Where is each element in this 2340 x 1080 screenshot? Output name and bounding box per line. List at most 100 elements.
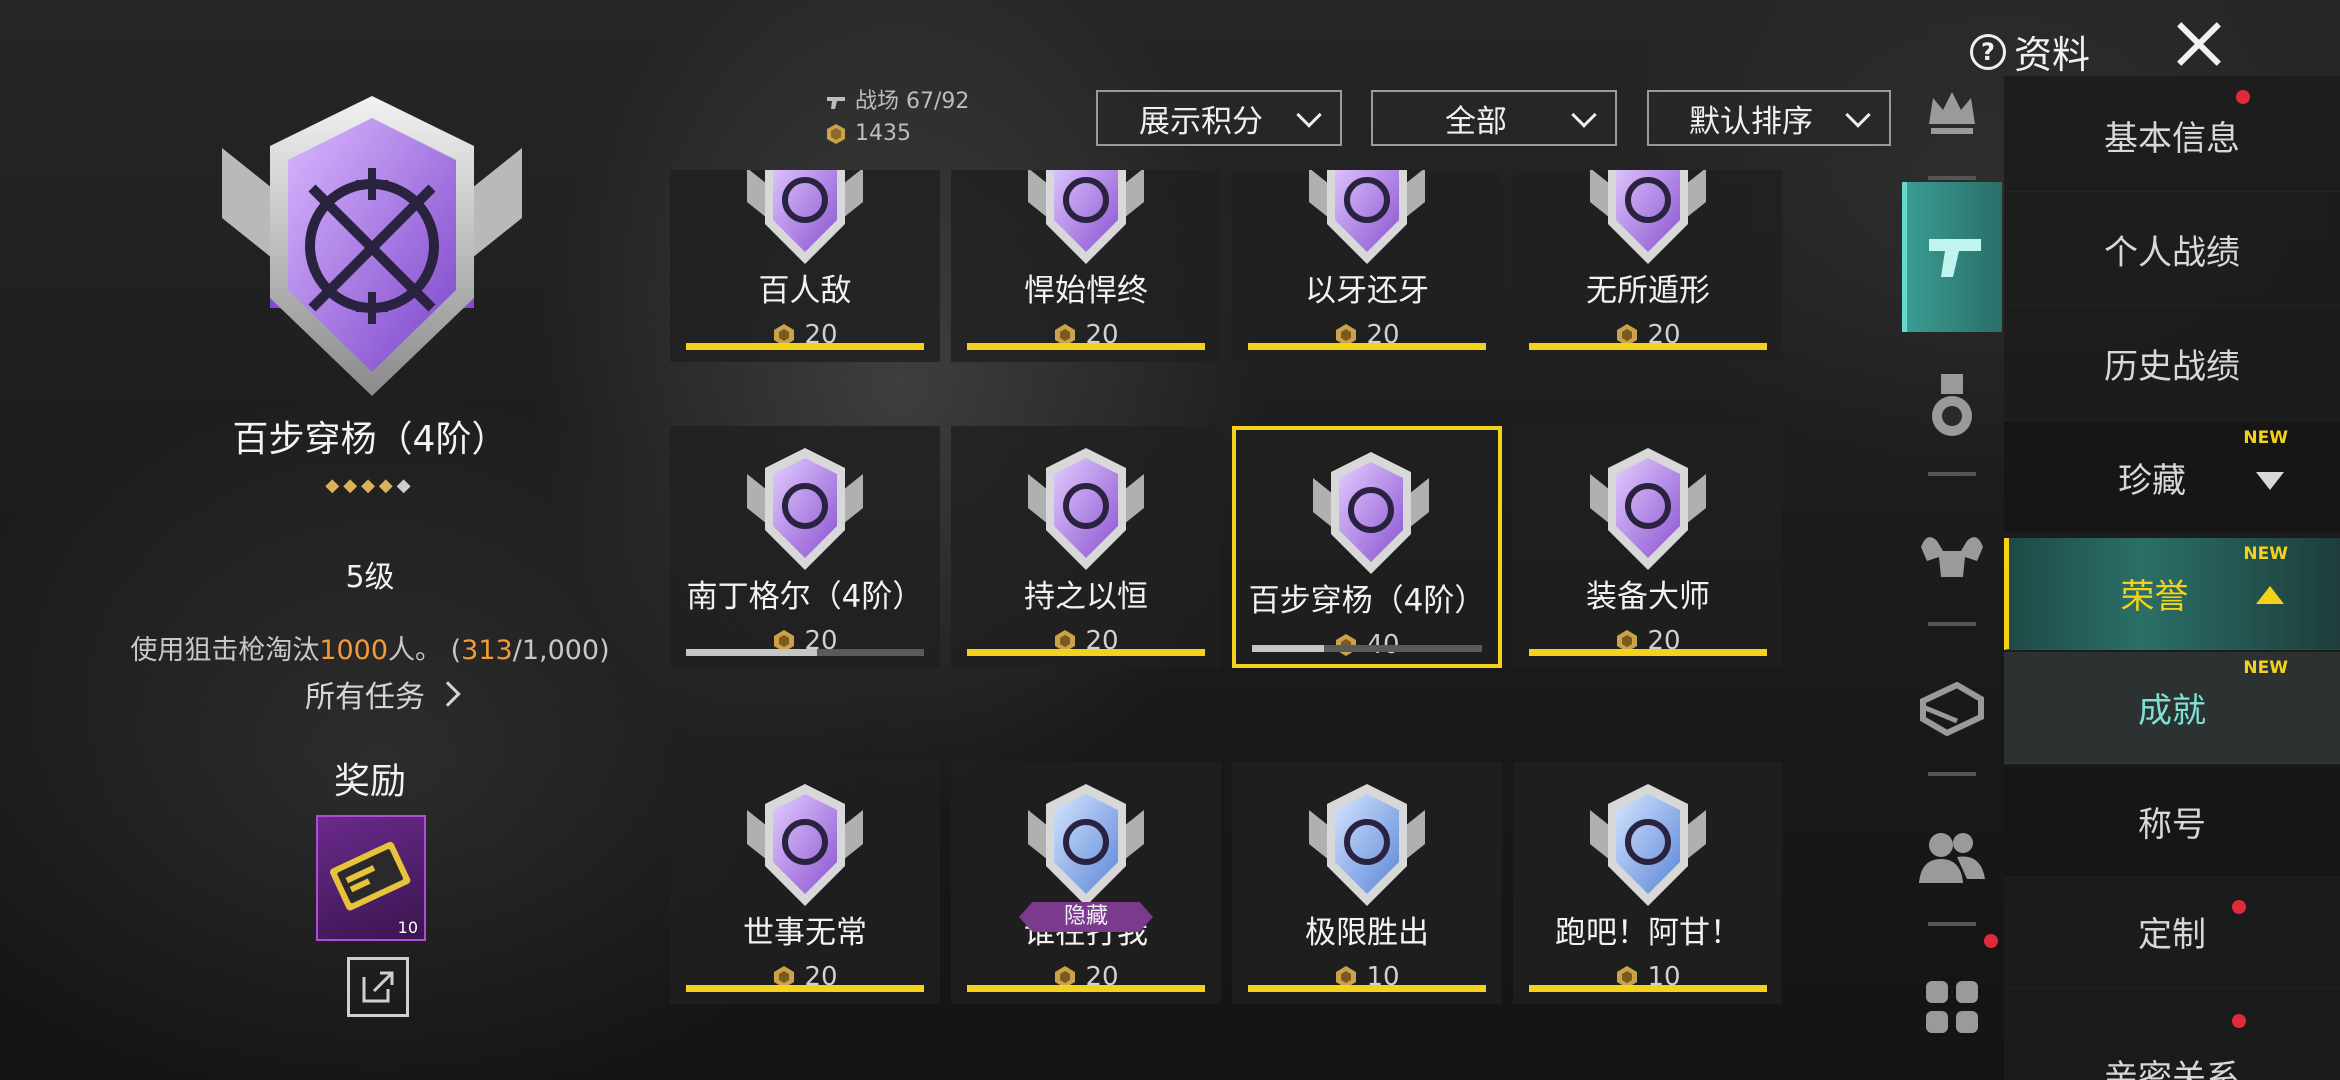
achievement-name: 持之以恒 [1024,579,1148,615]
task-prefix: 使用狙击枪淘汰 [130,635,320,666]
menu-item-basic-info[interactable]: 基本信息 [2004,80,2340,192]
achievement-card[interactable]: 以牙还牙 20 [1232,170,1502,362]
rail-item-vehicle[interactable] [1902,632,2002,782]
task-progress-total: /1,000) [512,635,610,666]
rail-item-weapons[interactable] [1902,182,2002,332]
chevron-right-icon [435,681,461,707]
achievement-card[interactable]: 南丁格尔（4阶） 20 [670,426,940,668]
menu-label: 个人战绩 [2104,233,2240,273]
reward-count: 10 [397,918,418,937]
filter-label: 全部 [1445,103,1507,140]
rail-item-rank[interactable] [1902,36,2002,186]
menu-item-collection[interactable]: 珍藏 NEW [2004,422,2340,534]
progress-bar [1252,645,1482,652]
menu-item-achievements[interactable]: 成就 NEW [2004,652,2340,764]
achievement-card[interactable]: 百人敌 20 [670,170,940,362]
muscle-icon [1921,537,1983,577]
achievement-name: 南丁格尔（4阶） [686,579,924,615]
tier-stars: ◆◆◆◆◆ [130,475,610,496]
reward-item[interactable]: 10 [316,815,426,941]
progress-fill [967,985,1205,992]
grid-icon [1926,981,1978,1033]
rail-item-more[interactable] [1902,932,2002,1080]
menu-item-titles[interactable]: 称号 [2004,766,2340,878]
crown-icon [1929,92,1975,134]
task-progress-current: 313 [461,635,513,666]
progress-bar [686,649,924,656]
rail-item-social[interactable] [1902,782,2002,932]
hidden-tag: 隐藏 [1019,902,1153,932]
progress-fill [1529,343,1767,350]
progress-bar [1529,343,1767,350]
filter-category-dropdown[interactable]: 全部 [1371,90,1617,146]
menu-label: 称号 [2138,805,2206,845]
rail-item-medal[interactable] [1902,332,2002,482]
new-badge: NEW [2243,544,2288,564]
menu-item-relationships[interactable]: 亲密关系 [2004,992,2340,1080]
menu-item-history[interactable]: 历史战绩 [2004,308,2340,420]
share-icon [362,971,394,1003]
divider [1928,772,1976,776]
progress-fill [1248,343,1486,350]
progress-fill [686,985,924,992]
all-tasks-label: 所有任务 [305,680,425,715]
divider [1928,622,1976,626]
progress-bar [967,343,1205,350]
achievement-name: 悍始悍终 [1024,273,1148,309]
vehicle-icon [1920,681,1984,737]
task-description: 使用狙击枪淘汰1000人。 (313/1,000) [100,628,640,667]
chevron-down-icon [1296,102,1322,128]
achievement-card[interactable]: 无所遁形 20 [1513,170,1782,362]
progress-bar [1248,985,1486,992]
menu-label: 基本信息 [2104,119,2240,159]
achievement-badge-icon [1309,784,1425,906]
triangle-down-icon [2256,472,2284,490]
menu-item-customize[interactable]: 定制 [2004,876,2340,988]
achievement-card[interactable]: 悍始悍终 20 [951,170,1221,362]
progress-fill [686,649,817,656]
reward-title: 奖励 [333,761,406,802]
achievement-badge-icon [1590,170,1706,264]
progress-fill [1529,985,1767,992]
help-label: 资料 [2014,33,2091,77]
notification-dot [2232,1014,2246,1028]
progress-bar [1529,985,1767,992]
achievement-card[interactable]: 百步穿杨（4阶）40 [1232,426,1502,668]
menu-label: 亲密关系 [2104,1058,2240,1080]
close-button[interactable] [2170,14,2228,72]
profile-menu: 基本信息 个人战绩 历史战绩 珍藏 NEW 荣誉 NEW 成就 NEW 称号 定… [2004,76,2340,1080]
all-tasks-link[interactable]: 所有任务 [305,672,461,716]
progress-fill [1252,645,1324,652]
chevron-down-icon [1845,102,1871,128]
menu-label: 珍藏 [2118,461,2186,501]
achievement-card[interactable]: 世事无常 20 [670,762,940,1004]
achievement-card[interactable]: 极限胜出 10 [1232,762,1502,1004]
achievement-stats: 战场 67/92 1435 [825,86,969,150]
share-button[interactable] [347,957,409,1017]
achievement-card[interactable]: 跑吧！阿甘！ 10 [1513,762,1782,1004]
point-coin-icon [827,124,845,144]
selected-achievement-badge-icon [222,96,522,396]
rail-item-strength[interactable] [1902,482,2002,632]
achievement-card[interactable]: 装备大师 20 [1513,426,1782,668]
task-suffix: 人。 ( [388,635,462,666]
filter-label: 默认排序 [1689,103,1813,140]
stars-filled: ◆◆◆◆ [325,475,397,496]
menu-label: 定制 [2138,915,2206,955]
notification-dot [2236,90,2250,104]
achievement-card[interactable]: 谁在打我 隐藏 20 [951,762,1221,1004]
achievement-name: 以牙还牙 [1305,273,1429,309]
achievement-card[interactable]: 持之以恒 20 [951,426,1221,668]
progress-fill [967,649,1205,656]
progress-fill [686,343,924,350]
menu-item-honor[interactable]: 荣誉 NEW [2004,538,2340,650]
menu-item-personal-stats[interactable]: 个人战绩 [2004,194,2340,306]
battlefield-count: 战场 67/92 [855,89,970,114]
progress-fill [1529,649,1767,656]
triangle-up-icon [2256,586,2284,604]
filter-points-dropdown[interactable]: 展示积分 [1096,90,1342,146]
selected-achievement-name: 百步穿杨（4阶） [232,419,508,460]
chevron-down-icon [1571,102,1597,128]
progress-bar [686,985,924,992]
sort-order-dropdown[interactable]: 默认排序 [1647,90,1891,146]
